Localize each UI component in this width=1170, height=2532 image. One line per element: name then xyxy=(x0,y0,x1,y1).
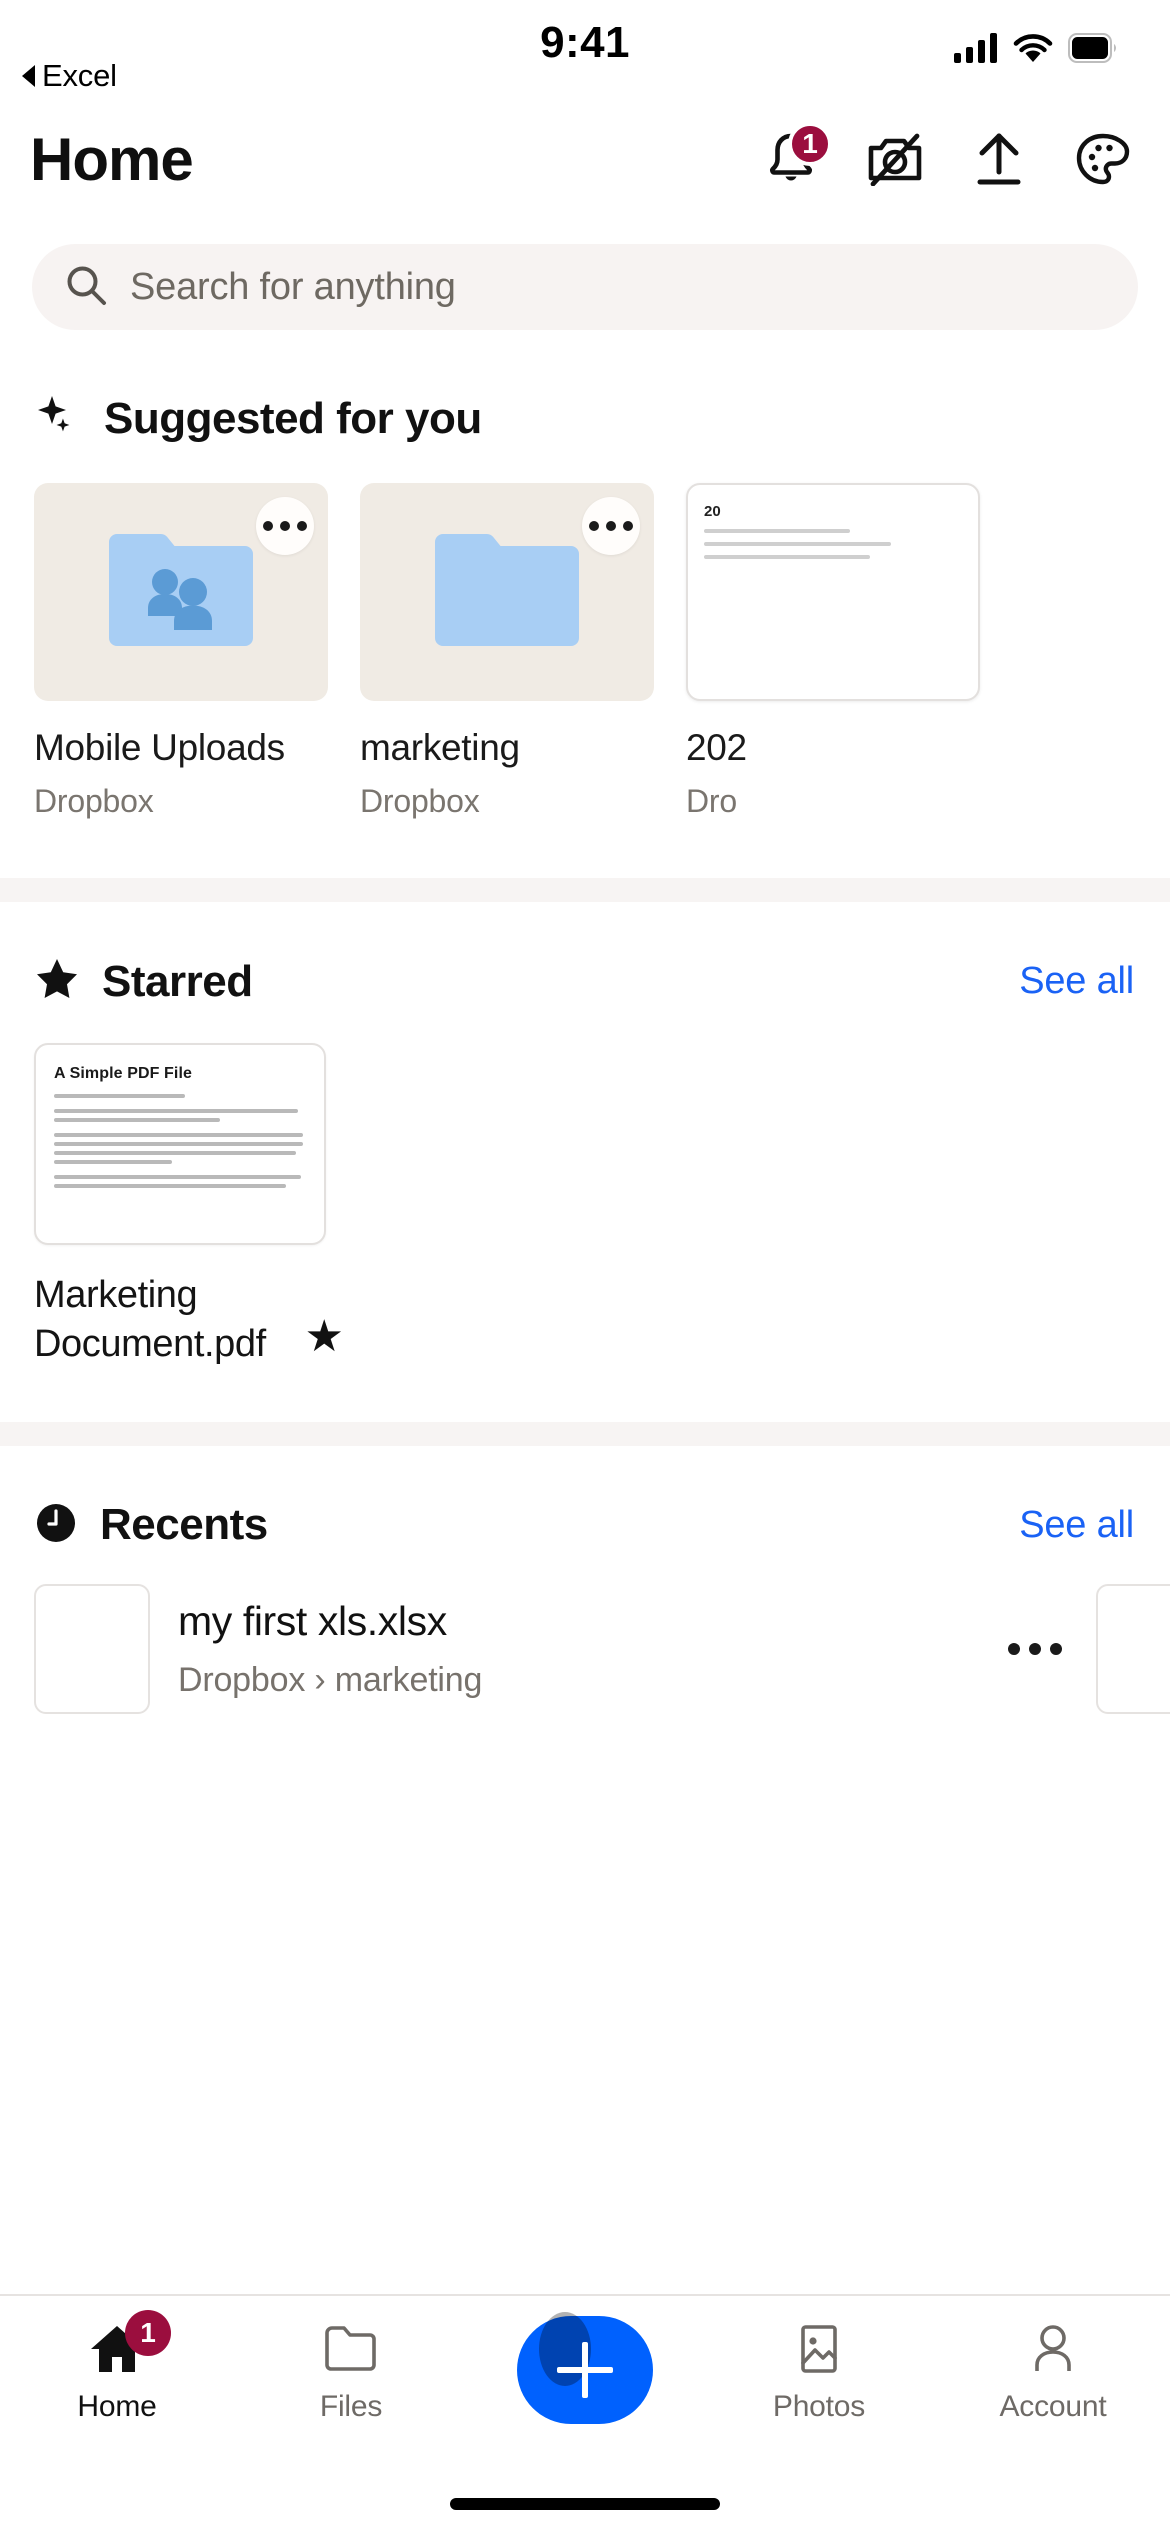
wifi-icon xyxy=(1012,32,1054,68)
tab-files-label: Files xyxy=(319,2390,383,2423)
more-options-icon[interactable] xyxy=(582,497,640,555)
status-bar-indicators xyxy=(954,32,1118,68)
suggested-card[interactable]: Mobile Uploads Dropbox xyxy=(34,483,328,820)
suggested-card-subtitle: Dropbox xyxy=(34,783,154,819)
pdf-preview-title: A Simple PDF File xyxy=(54,1065,193,1082)
more-options-icon[interactable] xyxy=(1008,1643,1068,1656)
recents-item-name: my first xls.xlsx xyxy=(178,1598,447,1645)
starred-indicator-icon[interactable]: ★ xyxy=(305,1315,344,1359)
suggested-card-name: Mobile Uploads xyxy=(34,727,285,768)
suggested-card[interactable]: 20 202 Dro xyxy=(686,483,980,820)
suggested-card-name: 202 xyxy=(686,727,747,768)
starred-see-all-link[interactable]: See all xyxy=(1019,960,1134,1003)
home-indicator xyxy=(450,2498,720,2510)
starred-item-name: Marketing Document.pdf xyxy=(34,1274,266,1365)
create-button[interactable] xyxy=(517,2312,653,2424)
folder-icon xyxy=(431,526,583,659)
palette-icon xyxy=(1076,133,1130,185)
notifications-button[interactable]: 1 xyxy=(760,122,832,190)
recents-item-path: Dropbox › marketing xyxy=(178,1661,483,1700)
tab-account-label: Account xyxy=(999,2390,1107,2423)
theme-button[interactable] xyxy=(1072,128,1134,190)
document-preview-icon: 20 xyxy=(688,485,978,559)
search-placeholder: Search for anything xyxy=(130,265,456,308)
starred-item-meta: Marketing Document.pdf ★ xyxy=(34,1271,344,1368)
suggested-carousel[interactable]: Mobile Uploads Dropbox marketing Dropbox xyxy=(0,445,1170,820)
person-icon xyxy=(1023,2322,1083,2376)
search-container: Search for anything xyxy=(0,218,1170,330)
shared-folder-icon xyxy=(105,526,257,659)
suggested-card-subtitle: Dropbox xyxy=(360,783,480,819)
starred-list: A Simple PDF File Marketing Document.pdf… xyxy=(0,1007,1170,1368)
suggested-thumbnail[interactable]: 20 xyxy=(686,483,980,701)
back-to-app-button[interactable]: Excel xyxy=(22,58,117,94)
recents-item-info: my first xls.xlsx Dropbox › marketing xyxy=(178,1598,980,1700)
tab-photos[interactable]: Photos xyxy=(702,2322,936,2424)
page-title: Home xyxy=(30,125,194,193)
starred-item[interactable]: A Simple PDF File Marketing Document.pdf… xyxy=(34,1043,344,1368)
clock-icon xyxy=(34,1501,78,1550)
search-icon xyxy=(64,263,108,312)
folder-icon xyxy=(321,2322,381,2376)
suggested-card-name: marketing xyxy=(360,727,520,768)
sparkles-icon xyxy=(34,392,82,445)
status-bar: 9:41 Excel xyxy=(0,0,1170,100)
star-icon xyxy=(34,956,80,1007)
upload-button[interactable] xyxy=(968,128,1030,190)
search-input[interactable]: Search for anything xyxy=(32,244,1138,330)
home-tab-badge: 1 xyxy=(125,2310,171,2356)
tab-home-label: Home xyxy=(77,2390,157,2423)
tab-home[interactable]: 1 Home xyxy=(0,2310,234,2424)
plus-icon xyxy=(557,2342,613,2398)
back-caret-icon xyxy=(22,65,35,87)
section-divider xyxy=(0,1422,1170,1447)
tab-photos-label: Photos xyxy=(772,2390,866,2423)
recents-list-item[interactable]: my first xls.xlsx Dropbox › marketing xyxy=(0,1550,1170,1715)
starred-section-header: Starred See all xyxy=(0,956,1170,1007)
starred-title: Starred xyxy=(102,956,253,1006)
app-header: Home 1 xyxy=(0,100,1170,218)
camera-upload-button[interactable] xyxy=(864,128,926,190)
app-screen: 9:41 Excel Home 1 Search for anything Su… xyxy=(0,0,1170,2532)
battery-icon xyxy=(1068,32,1118,68)
recents-see-all-link[interactable]: See all xyxy=(1019,1504,1134,1547)
recents-section-header: Recents See all xyxy=(0,1500,1170,1550)
recents-item-thumbnail xyxy=(34,1584,150,1715)
more-options-icon[interactable] xyxy=(256,497,314,555)
tab-account[interactable]: Account xyxy=(936,2322,1170,2424)
document-preview-title: 20 xyxy=(704,503,721,520)
starred-section: Starred See all A Simple PDF File Market… xyxy=(0,902,1170,1368)
header-actions: 1 xyxy=(760,122,1134,190)
upload-arrow-icon xyxy=(977,133,1021,185)
recents-title: Recents xyxy=(100,1500,268,1550)
suggested-section-header: Suggested for you xyxy=(0,392,1170,445)
suggested-section: Suggested for you Mobile Uploads Dropbox… xyxy=(0,330,1170,820)
camera-off-icon xyxy=(868,133,922,186)
back-to-app-label: Excel xyxy=(42,58,117,93)
starred-thumbnail[interactable]: A Simple PDF File xyxy=(34,1043,326,1245)
tab-files[interactable]: Files xyxy=(234,2322,468,2424)
suggested-card-subtitle: Dro xyxy=(686,783,737,819)
recents-section: Recents See all my first xls.xlsx Dropbo… xyxy=(0,1446,1170,1715)
tab-create[interactable] xyxy=(468,2312,702,2438)
suggested-thumbnail[interactable] xyxy=(360,483,654,701)
section-divider xyxy=(0,878,1170,902)
suggested-title: Suggested for you xyxy=(104,393,482,443)
suggested-thumbnail[interactable] xyxy=(34,483,328,701)
suggested-card[interactable]: marketing Dropbox xyxy=(360,483,654,820)
photos-icon xyxy=(789,2322,849,2376)
recents-item-thumbnail-peek xyxy=(1096,1584,1170,1715)
bottom-tab-bar: 1 Home Files Photos Account xyxy=(0,2294,1170,2532)
notifications-badge: 1 xyxy=(788,122,832,166)
home-icon: 1 xyxy=(87,2310,171,2376)
cellular-signal-icon xyxy=(954,32,998,68)
